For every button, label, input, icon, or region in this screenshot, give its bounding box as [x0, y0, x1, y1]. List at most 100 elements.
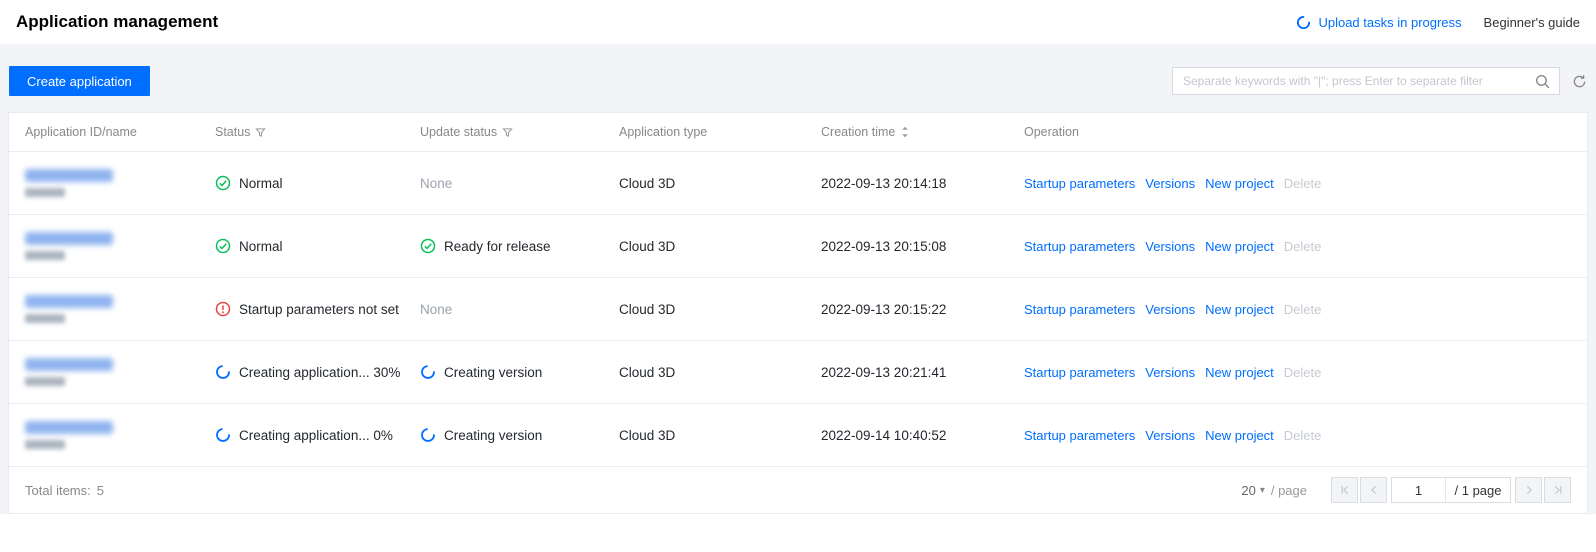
app-id-redacted	[25, 169, 113, 182]
toolbar: Create application	[8, 66, 1588, 96]
col-creation-time: Creation time	[821, 125, 896, 139]
total-items-label: Total items:	[25, 482, 91, 498]
status-filter-icon[interactable]	[255, 127, 267, 138]
application-table-card: Application ID/name Status Update status…	[8, 112, 1588, 514]
creation-time-cell: 2022-09-14 10:40:52	[821, 428, 1024, 443]
creation-time-cell: 2022-09-13 20:21:41	[821, 365, 1024, 380]
next-page-button[interactable]	[1515, 477, 1542, 503]
operation-link[interactable]: Startup parameters	[1024, 302, 1135, 317]
app-id-redacted	[25, 232, 113, 245]
create-application-button[interactable]: Create application	[9, 66, 150, 96]
content-area: Create application Application ID/name S…	[0, 44, 1596, 514]
operation-link[interactable]: New project	[1205, 176, 1274, 191]
status-cell: Normal	[215, 238, 420, 254]
page-title: Application management	[16, 12, 219, 31]
application-type: Cloud 3D	[619, 427, 676, 443]
status-cell: Creating application... 0%	[215, 427, 420, 443]
operation-link[interactable]: New project	[1205, 428, 1274, 443]
loading-update-status-icon	[420, 427, 436, 443]
delete-link[interactable]: Delete	[1284, 239, 1322, 254]
app-name-redacted	[25, 377, 65, 386]
search-box[interactable]	[1172, 67, 1560, 95]
update-status-filter-icon[interactable]	[502, 127, 513, 138]
app-id-redacted	[25, 295, 113, 308]
caret-down-icon: ▾	[1259, 484, 1265, 496]
application-type: Cloud 3D	[619, 301, 676, 317]
refresh-icon[interactable]	[1572, 74, 1587, 89]
operation-link[interactable]: New project	[1205, 302, 1274, 317]
delete-link[interactable]: Delete	[1284, 428, 1322, 443]
delete-link[interactable]: Delete	[1284, 365, 1322, 380]
upload-tasks-link[interactable]: Upload tasks in progress	[1318, 15, 1461, 30]
operation-link[interactable]: Startup parameters	[1024, 428, 1135, 443]
operation-link[interactable]: New project	[1205, 365, 1274, 380]
pagination: / 1 page	[1331, 477, 1571, 503]
operation-link[interactable]: Versions	[1145, 239, 1195, 254]
app-name-redacted	[25, 251, 65, 260]
col-status: Status	[215, 125, 251, 139]
application-type: Cloud 3D	[619, 175, 676, 191]
operation-link[interactable]: Versions	[1145, 428, 1195, 443]
app-id-redacted	[25, 358, 113, 371]
update-status-text: Ready for release	[444, 238, 551, 254]
table-row: Creating application... 30% Creating vers…	[9, 340, 1587, 403]
per-page-label: / page	[1270, 482, 1307, 498]
app-id-cell	[9, 358, 215, 386]
beginners-guide-link[interactable]: Beginner's guide	[1484, 15, 1580, 30]
first-page-button[interactable]	[1331, 477, 1358, 503]
prev-page-button[interactable]	[1360, 477, 1387, 503]
success-status-icon	[215, 238, 231, 254]
operation-link[interactable]: Startup parameters	[1024, 365, 1135, 380]
page-size-select[interactable]: 20 ▾	[1241, 483, 1265, 498]
creation-time: 2022-09-13 20:15:08	[821, 238, 947, 254]
operation-cell: Startup parameters Versions New project Del…	[1024, 302, 1587, 317]
table-body: Normal None Cloud 3D 2022-09-13 20:14:18 Sta…	[9, 151, 1587, 466]
creation-time: 2022-09-14 10:40:52	[821, 427, 947, 443]
top-bar: Application management Upload tasks in p…	[0, 0, 1596, 44]
last-page-button[interactable]	[1544, 477, 1571, 503]
operation-link[interactable]: Startup parameters	[1024, 176, 1135, 191]
page-size-value: 20	[1241, 482, 1256, 498]
update-status-cell: Creating version	[420, 364, 619, 380]
app-name-redacted	[25, 440, 65, 449]
status-text: Normal	[239, 175, 283, 191]
page-number-input[interactable]	[1392, 478, 1446, 502]
upload-spinner-icon	[1296, 15, 1311, 30]
search-icon[interactable]	[1534, 73, 1551, 95]
creation-time-cell: 2022-09-13 20:14:18	[821, 176, 1024, 191]
success-update-status-icon	[420, 238, 436, 254]
table-footer: Total items: 5 20 ▾ / page 1 / 1 page	[9, 466, 1587, 513]
delete-link[interactable]: Delete	[1284, 302, 1322, 317]
creation-time: 2022-09-13 20:21:41	[821, 364, 947, 380]
operation-cell: Startup parameters Versions New project Del…	[1024, 239, 1587, 254]
app-id-cell	[9, 295, 215, 323]
update-status-text: Creating version	[444, 427, 543, 443]
sort-icon[interactable]	[900, 126, 910, 138]
status-cell: Normal	[215, 175, 420, 191]
application-type-cell: Cloud 3D	[619, 176, 821, 191]
operation-link[interactable]: Startup parameters	[1024, 239, 1135, 254]
operation-link[interactable]: Versions	[1145, 365, 1195, 380]
application-type-cell: Cloud 3D	[619, 365, 821, 380]
operation-cell: Startup parameters Versions New project Del…	[1024, 176, 1587, 191]
operation-cell: Startup parameters Versions New project Del…	[1024, 365, 1587, 380]
loading-status-icon	[215, 364, 231, 380]
app-id-cell	[9, 232, 215, 260]
app-id-redacted	[25, 421, 113, 434]
operation-link[interactable]: Versions	[1145, 302, 1195, 317]
col-application-type: Application type	[619, 125, 708, 139]
app-name-redacted	[25, 188, 65, 197]
status-text: Creating application... 0%	[239, 427, 393, 443]
operation-link[interactable]: New project	[1205, 239, 1274, 254]
loading-update-status-icon	[420, 364, 436, 380]
update-status-cell: None	[420, 176, 619, 191]
update-status-text: Creating version	[444, 364, 543, 380]
error-status-icon	[215, 301, 231, 317]
operation-link[interactable]: Versions	[1145, 176, 1195, 191]
table-header: Application ID/name Status Update status…	[9, 113, 1587, 151]
delete-link[interactable]: Delete	[1284, 176, 1322, 191]
application-type-cell: Cloud 3D	[619, 302, 821, 317]
creation-time: 2022-09-13 20:15:22	[821, 301, 947, 317]
search-input[interactable]	[1173, 68, 1559, 94]
table-row: Normal Ready for release Cloud 3D 2022-09-1…	[9, 214, 1587, 277]
